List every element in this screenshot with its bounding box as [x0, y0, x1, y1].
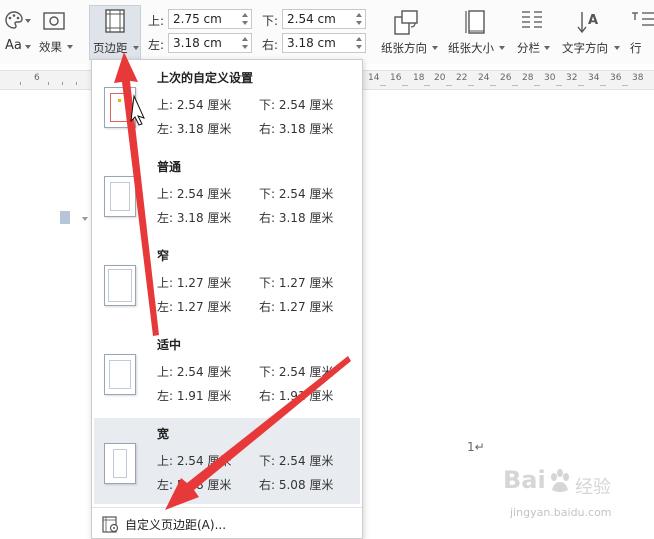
annotation-arrow-down — [165, 356, 351, 510]
annotation-arrow-up — [114, 52, 159, 336]
annotation-arrows — [114, 52, 351, 510]
